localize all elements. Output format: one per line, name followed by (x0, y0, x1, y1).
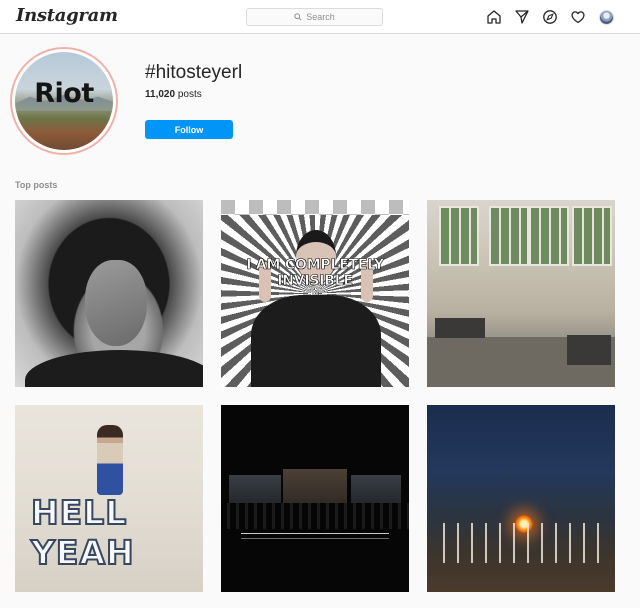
riot-sign-text: Riot (34, 78, 94, 109)
post-tile[interactable] (427, 200, 615, 387)
riot-sign-photo: Riot (15, 52, 113, 150)
post-tile[interactable]: I AM COMPLETELY INVISIBLE (221, 200, 409, 387)
search-icon (294, 13, 302, 21)
post-caption-line: HELL (30, 492, 128, 533)
post-caption: HELL YEAH (30, 492, 191, 573)
search-box[interactable]: Search (246, 8, 383, 26)
post-tile[interactable] (427, 405, 615, 592)
home-icon[interactable] (485, 8, 503, 26)
activity-icon[interactable] (569, 8, 587, 26)
top-posts-heading: Top posts (15, 180, 58, 190)
posts-count: 11,020 posts (145, 89, 202, 100)
post-caption: I AM COMPLETELY INVISIBLE (246, 257, 384, 290)
hashtag-title: #hitosteyerl (145, 62, 243, 83)
avatar (598, 9, 614, 25)
explore-icon[interactable] (541, 8, 559, 26)
posts-count-label: posts (177, 89, 202, 100)
post-tile[interactable] (15, 200, 203, 387)
direct-icon[interactable] (513, 8, 531, 26)
follow-button[interactable]: Follow (145, 120, 233, 139)
post-tile[interactable]: HELL YEAH (15, 405, 203, 592)
profile-avatar[interactable] (597, 8, 615, 26)
post-tile[interactable] (221, 405, 409, 592)
top-navigation-bar: Instagram Search (0, 0, 640, 34)
post-caption-line: YEAH (30, 532, 135, 573)
posts-count-number: 11,020 (145, 89, 176, 100)
hashtag-profile-image: Riot (10, 47, 118, 155)
instagram-logo[interactable]: Instagram (16, 5, 118, 26)
search-placeholder: Search (306, 12, 335, 22)
